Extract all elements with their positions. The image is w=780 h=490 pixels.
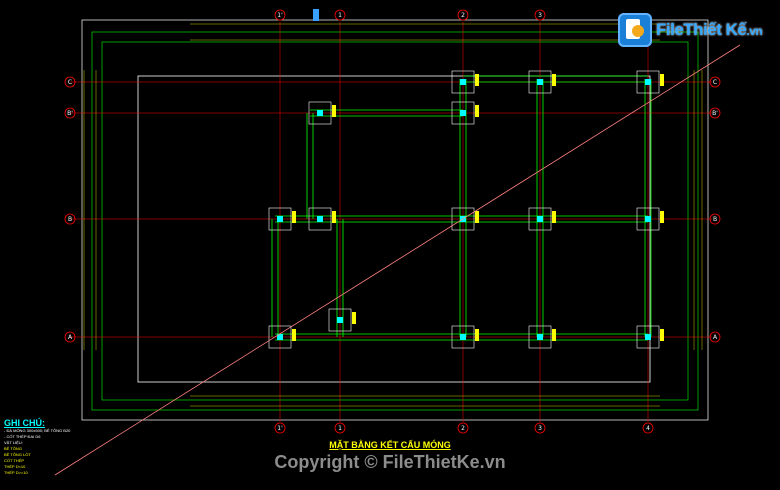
grid-bubble-label: B' (712, 110, 718, 117)
grid-bubble-label: B (68, 216, 72, 223)
column (460, 110, 466, 116)
grid-bubble-label: 4 (646, 425, 650, 432)
grid-bubble-label: 1 (338, 12, 342, 19)
pad-marker (475, 329, 479, 341)
pad-marker (552, 74, 556, 86)
column (460, 334, 466, 340)
pad-marker (552, 211, 556, 223)
pad-marker (332, 211, 336, 223)
column (337, 317, 343, 323)
column (277, 216, 283, 222)
pad-marker (292, 329, 296, 341)
outer-frame (81, 19, 709, 421)
column (537, 79, 543, 85)
pad-marker (475, 105, 479, 117)
pad-marker (475, 211, 479, 223)
column (537, 216, 543, 222)
grid-bubble-label: 2 (461, 12, 465, 19)
grid-tag (313, 9, 319, 21)
column (460, 79, 466, 85)
site-logo: FileThiết Kế.vn (618, 10, 763, 50)
grid-bubble-label: 1 (338, 425, 342, 432)
column (645, 216, 651, 222)
column (645, 79, 651, 85)
column (317, 110, 323, 116)
notes-title: GHI CHÚ: (4, 418, 45, 428)
column (317, 216, 323, 222)
grid-bubble-label: B (713, 216, 717, 223)
pad-marker (292, 211, 296, 223)
copyright-watermark: Copyright © FileThietKe.vn (274, 452, 506, 472)
grid-bubble-label: 3 (538, 425, 542, 432)
column (537, 334, 543, 340)
grid-bubble-label: B' (67, 110, 73, 117)
pad-marker (660, 74, 664, 86)
file-logo-icon (618, 13, 652, 47)
pad-marker (332, 105, 336, 117)
grid-bubble-label: 2 (461, 425, 465, 432)
grid-bubble-label: A (713, 334, 718, 341)
pad-marker (475, 74, 479, 86)
grid-bubble-label: C (68, 79, 72, 86)
diagonal-line (54, 44, 741, 476)
pad-marker (552, 329, 556, 341)
pad-marker (352, 312, 356, 324)
grid-bubble-label: 1' (277, 425, 283, 432)
grid-bubble-label: 1' (277, 12, 283, 19)
foundation-plan-drawing: 1' 1 2 3 1' 1 2 3 4 C B' B A C B' B A (54, 9, 741, 476)
site-boundary-inner (101, 41, 689, 401)
building-outline (137, 75, 651, 383)
site-boundary (91, 31, 699, 411)
grid-bubble-label: 3 (538, 12, 542, 19)
logo-text: FileThiết Kế.vn (656, 20, 763, 39)
column (645, 334, 651, 340)
grid-bubble-label: C (713, 79, 717, 86)
drawing-title: MẶT BẰNG KẾT CẤU MÓNG (329, 440, 451, 450)
pad-marker (660, 211, 664, 223)
pad-marker (660, 329, 664, 341)
grid-bubble-label: A (68, 334, 73, 341)
